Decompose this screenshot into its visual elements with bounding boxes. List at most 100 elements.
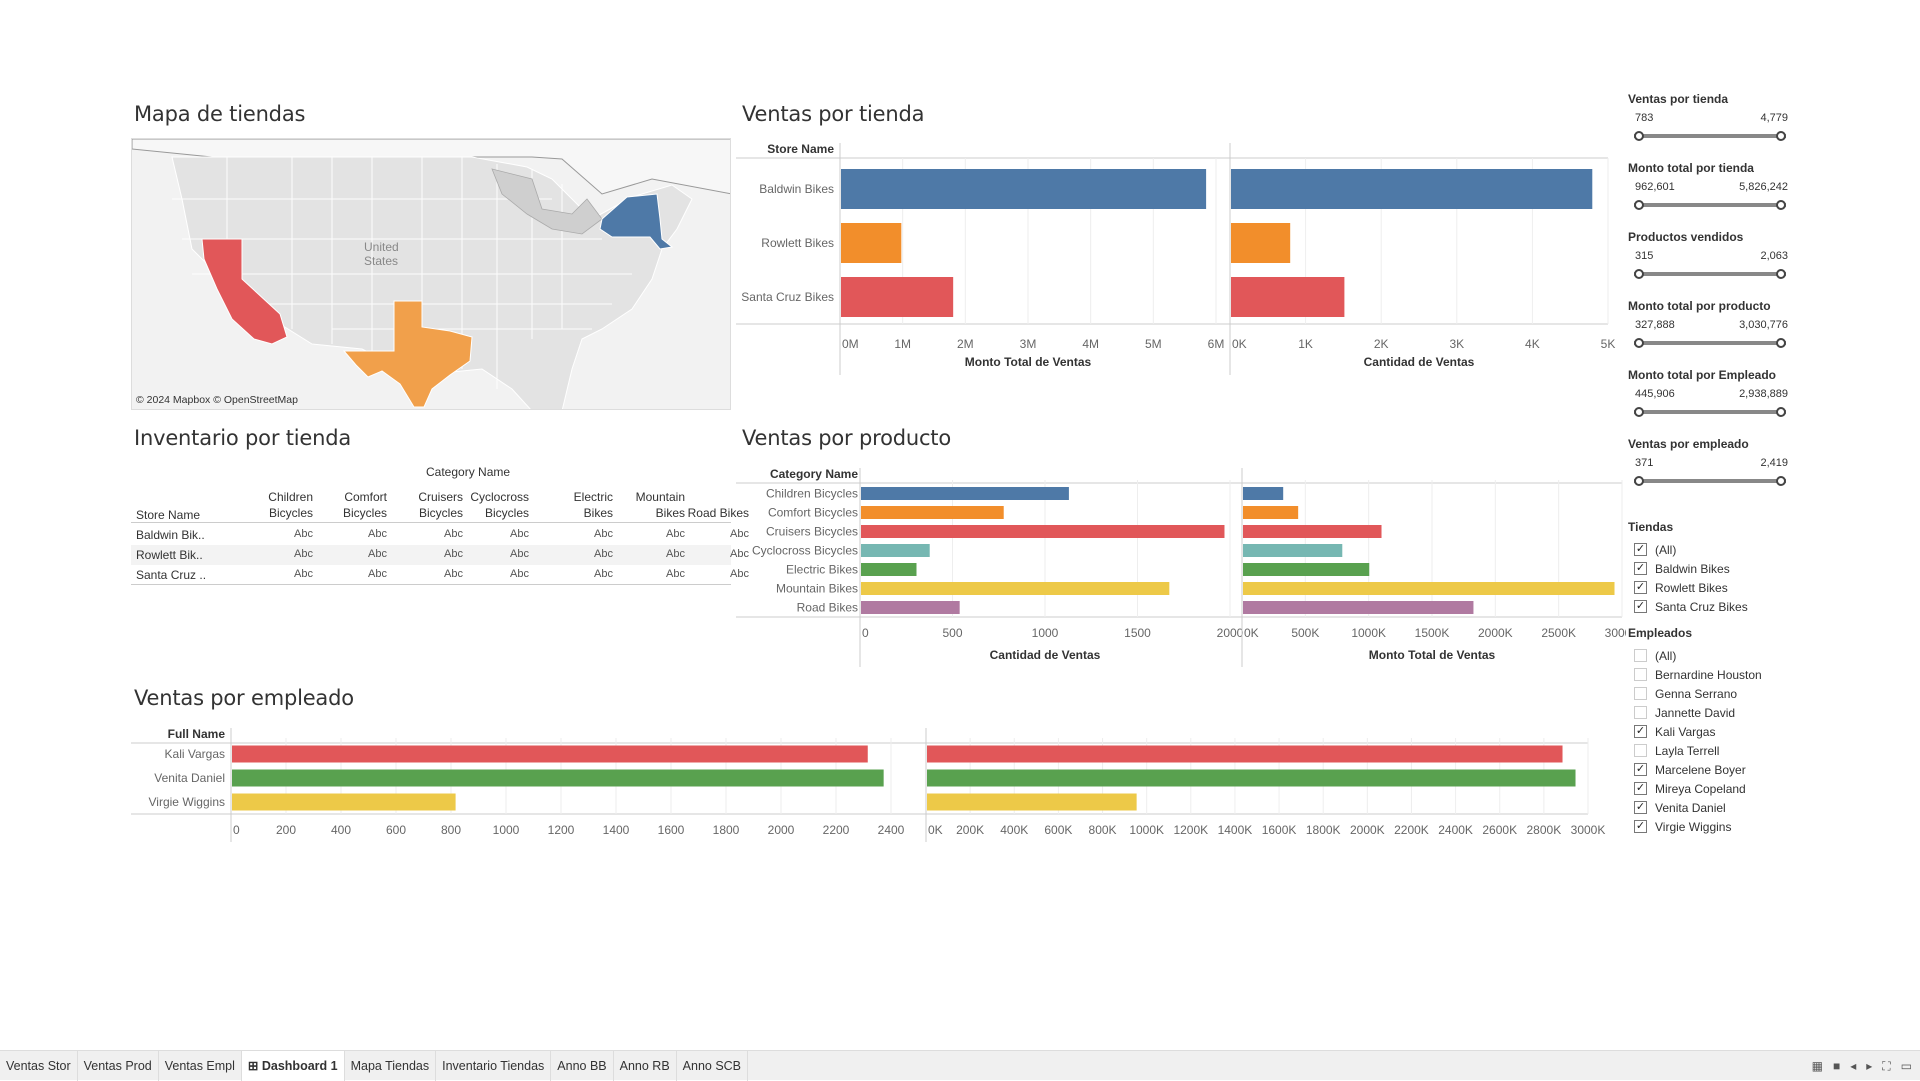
slider-max-handle[interactable] <box>1776 407 1786 417</box>
bar-children-bicycles[interactable] <box>1243 487 1284 500</box>
tab-anno-bb[interactable]: Anno BB <box>551 1050 614 1081</box>
tick-label: 2000K <box>1478 626 1513 640</box>
employee-option-layla-terrell[interactable]: Layla Terrell <box>1628 741 1798 760</box>
range-slider[interactable] <box>1634 268 1786 280</box>
range-slider[interactable] <box>1634 406 1786 418</box>
bar-cyclocross-bicycles[interactable] <box>861 544 930 557</box>
bar-mountain-bikes[interactable] <box>1243 582 1615 595</box>
store-option-all[interactable]: ✓ (All) <box>1628 540 1798 559</box>
tick-label: 0K <box>1244 626 1259 640</box>
tab-inventario-tiendas[interactable]: Inventario Tiendas <box>436 1050 552 1081</box>
bar-cyclocross-bicycles[interactable] <box>1243 544 1343 557</box>
checkbox[interactable] <box>1634 687 1647 700</box>
checkbox[interactable]: ✓ <box>1634 782 1647 795</box>
presentation-icon[interactable]: ▭ <box>1901 1059 1912 1074</box>
bar-virgie-wiggins[interactable] <box>927 793 1137 811</box>
employee-option-virgie-wiggins[interactable]: ✓ Virgie Wiggins <box>1628 817 1798 836</box>
bar-kali-vargas[interactable] <box>232 745 868 763</box>
checkbox[interactable]: ✓ <box>1634 581 1647 594</box>
slider-min-handle[interactable] <box>1634 269 1644 279</box>
bar-children-bicycles[interactable] <box>861 487 1069 500</box>
tick-label: 1800 <box>713 823 740 837</box>
employee-option-bernardine-houston[interactable]: Bernardine Houston <box>1628 665 1798 684</box>
row-store-name: Santa Cruz .. <box>136 568 207 582</box>
employee-option-genna-serrano[interactable]: Genna Serrano <box>1628 684 1798 703</box>
table-cell: Abc <box>368 568 387 580</box>
tab-anno-scb[interactable]: Anno SCB <box>677 1050 749 1081</box>
employee-option-venita-daniel[interactable]: ✓ Venita Daniel <box>1628 798 1798 817</box>
bar-kali-vargas[interactable] <box>927 745 1563 763</box>
store-option-baldwin-bikes[interactable]: ✓ Baldwin Bikes <box>1628 559 1798 578</box>
slider-max-handle[interactable] <box>1776 200 1786 210</box>
next-sheet-icon[interactable]: ▸ <box>1866 1059 1872 1074</box>
checkbox[interactable] <box>1634 706 1647 719</box>
range-slider[interactable] <box>1634 337 1786 349</box>
range-filter-title: Ventas por tienda <box>1628 92 1729 106</box>
checkbox[interactable]: ✓ <box>1634 763 1647 776</box>
checkbox[interactable]: ✓ <box>1634 820 1647 833</box>
checkbox[interactable] <box>1634 744 1647 757</box>
range-slider[interactable] <box>1634 130 1786 142</box>
employee-option-all[interactable]: (All) <box>1628 646 1798 665</box>
bar-electric-bikes[interactable] <box>1243 563 1370 576</box>
bar-mountain-bikes[interactable] <box>861 582 1170 595</box>
bar-rowlett-bikes[interactable] <box>841 223 902 263</box>
checkbox[interactable]: ✓ <box>1634 543 1647 556</box>
tick-label: 400K <box>1000 823 1028 837</box>
tick-label: 1000K <box>1129 823 1164 837</box>
tab-ventas-prod[interactable]: Ventas Prod <box>78 1050 159 1081</box>
slider-max-handle[interactable] <box>1776 476 1786 486</box>
range-slider[interactable] <box>1634 475 1786 487</box>
tab-mapa-tiendas[interactable]: Mapa Tiendas <box>345 1050 437 1081</box>
bar-road-bikes[interactable] <box>861 601 960 614</box>
range-filter-title: Monto total por producto <box>1628 299 1771 313</box>
checkbox[interactable] <box>1634 649 1647 662</box>
bar-venita-daniel[interactable] <box>232 769 884 787</box>
slider-min-handle[interactable] <box>1634 200 1644 210</box>
tab-ventas-empl[interactable]: Ventas Empl <box>159 1050 242 1081</box>
slider-max-handle[interactable] <box>1776 131 1786 141</box>
employee-option-jannette-david[interactable]: Jannette David <box>1628 703 1798 722</box>
bar-rowlett-bikes[interactable] <box>1231 223 1291 263</box>
employee-option-mireya-copeland[interactable]: ✓ Mireya Copeland <box>1628 779 1798 798</box>
store-map[interactable]: United States © 2024 Mapbox © OpenStreet… <box>131 138 731 410</box>
bar-cruisers-bicycles[interactable] <box>861 525 1225 538</box>
grid-view-icon[interactable]: ▦ <box>1812 1059 1823 1074</box>
fullscreen-icon[interactable]: ⛶ <box>1882 1059 1890 1074</box>
employee-option-marcelene-boyer[interactable]: ✓ Marcelene Boyer <box>1628 760 1798 779</box>
store-option-santa-cruz-bikes[interactable]: ✓ Santa Cruz Bikes <box>1628 597 1798 616</box>
slider-max-handle[interactable] <box>1776 269 1786 279</box>
slider-min-handle[interactable] <box>1634 407 1644 417</box>
bar-baldwin-bikes[interactable] <box>841 169 1207 209</box>
slider-max-handle[interactable] <box>1776 338 1786 348</box>
map-attribution: © 2024 Mapbox © OpenStreetMap <box>136 394 298 406</box>
store-option-rowlett-bikes[interactable]: ✓ Rowlett Bikes <box>1628 578 1798 597</box>
bar-cruisers-bicycles[interactable] <box>1243 525 1382 538</box>
slider-min-handle[interactable] <box>1634 338 1644 348</box>
tab-ventas-stor[interactable]: Ventas Stor <box>0 1050 78 1081</box>
checkbox[interactable]: ✓ <box>1634 725 1647 738</box>
slider-min-handle[interactable] <box>1634 476 1644 486</box>
table-cell: Abc <box>510 548 529 560</box>
checkbox[interactable]: ✓ <box>1634 562 1647 575</box>
bar-baldwin-bikes[interactable] <box>1231 169 1593 209</box>
filmstrip-icon[interactable]: ■ <box>1833 1059 1840 1074</box>
checkbox[interactable]: ✓ <box>1634 600 1647 613</box>
checkbox[interactable] <box>1634 668 1647 681</box>
tab-anno-rb[interactable]: Anno RB <box>614 1050 677 1081</box>
bar-electric-bikes[interactable] <box>861 563 917 576</box>
bar-santa-cruz-bikes[interactable] <box>841 277 954 317</box>
range-slider[interactable] <box>1634 199 1786 211</box>
slider-min-handle[interactable] <box>1634 131 1644 141</box>
tab-dashboard-1[interactable]: ⊞ Dashboard 1 <box>241 1050 345 1081</box>
bar-santa-cruz-bikes[interactable] <box>1231 277 1345 317</box>
bar-road-bikes[interactable] <box>1243 601 1474 614</box>
bar-comfort-bicycles[interactable] <box>861 506 1004 519</box>
bar-virgie-wiggins[interactable] <box>232 793 456 811</box>
map-country-label-1: United <box>364 240 399 254</box>
prev-sheet-icon[interactable]: ◂ <box>1850 1059 1856 1074</box>
checkbox[interactable]: ✓ <box>1634 801 1647 814</box>
bar-comfort-bicycles[interactable] <box>1243 506 1299 519</box>
employee-option-kali-vargas[interactable]: ✓ Kali Vargas <box>1628 722 1798 741</box>
bar-venita-daniel[interactable] <box>927 769 1576 787</box>
